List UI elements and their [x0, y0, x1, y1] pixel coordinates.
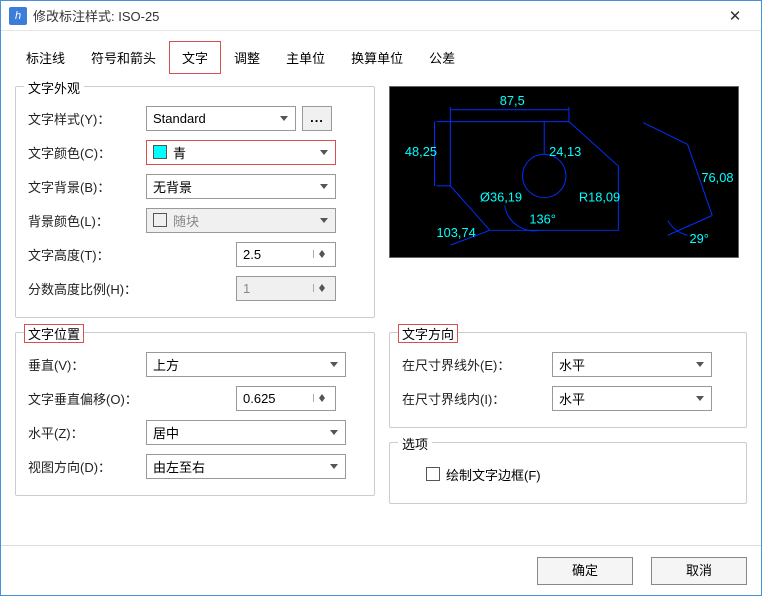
byblock-swatch-icon	[153, 213, 167, 227]
group-appearance: 文字外观 文字样式(Y)： Standard ... 文字颜色(C)： 青	[15, 86, 375, 318]
text-style-label: 文字样式(Y)：	[28, 109, 146, 128]
svg-text:24,13: 24,13	[549, 144, 581, 159]
text-color-label: 文字颜色(C)：	[28, 143, 146, 162]
viewdir-combo[interactable]: 由左至右	[146, 454, 346, 479]
svg-text:87,5: 87,5	[500, 93, 525, 108]
close-button[interactable]: ✕	[717, 7, 753, 25]
group-position: 文字位置 垂直(V)： 上方 文字垂直偏移(O)： 0.625	[15, 332, 375, 496]
text-color-combo[interactable]: 青	[146, 140, 336, 165]
svg-text:Ø36,19: Ø36,19	[480, 190, 522, 205]
group-direction-title: 文字方向	[398, 324, 458, 343]
bg-color-combo: 随块	[146, 208, 336, 233]
dialog-footer: 确定 取消	[1, 545, 761, 595]
voffset-input[interactable]: 0.625	[236, 386, 336, 411]
voffset-label: 文字垂直偏移(O)：	[28, 389, 168, 408]
text-bg-combo[interactable]: 无背景	[146, 174, 336, 199]
svg-text:76,08: 76,08	[701, 170, 733, 185]
app-icon: h	[9, 7, 27, 25]
text-height-label: 文字高度(T)：	[28, 245, 146, 264]
group-appearance-title: 文字外观	[24, 78, 84, 97]
vertical-label: 垂直(V)：	[28, 355, 146, 374]
viewdir-label: 视图方向(D)：	[28, 457, 146, 476]
group-options-title: 选项	[398, 434, 432, 453]
tab-alt-units[interactable]: 换算单位	[338, 41, 416, 74]
inside-combo[interactable]: 水平	[552, 386, 712, 411]
svg-text:103,74: 103,74	[437, 225, 476, 240]
window-title: 修改标注样式: ISO-25	[33, 6, 717, 25]
group-position-title: 文字位置	[24, 324, 84, 343]
svg-text:48,25: 48,25	[405, 144, 437, 159]
preview-canvas: 87,5 48,25 24,13 76,08 Ø36,19 R18,09 103…	[389, 86, 739, 258]
text-height-input[interactable]: 2.5	[236, 242, 336, 267]
draw-frame-checkbox[interactable]	[426, 467, 440, 481]
vertical-combo[interactable]: 上方	[146, 352, 346, 377]
outside-label: 在尺寸界线外(E)：	[402, 355, 552, 374]
color-swatch-icon	[153, 145, 167, 159]
svg-text:29°: 29°	[690, 231, 709, 246]
tab-fit[interactable]: 调整	[221, 41, 273, 74]
horizontal-combo[interactable]: 居中	[146, 420, 346, 445]
text-style-browse-button[interactable]: ...	[302, 106, 332, 131]
ok-button[interactable]: 确定	[537, 557, 633, 585]
tab-symbols[interactable]: 符号和箭头	[78, 41, 169, 74]
horizontal-label: 水平(Z)：	[28, 423, 146, 442]
fraction-height-input: 1	[236, 276, 336, 301]
cancel-button[interactable]: 取消	[651, 557, 747, 585]
draw-frame-label: 绘制文字边框(F)	[446, 465, 541, 484]
inside-label: 在尺寸界线内(I)：	[402, 389, 552, 408]
tabstrip: 标注线 符号和箭头 文字 调整 主单位 换算单位 公差	[1, 31, 761, 74]
titlebar: h 修改标注样式: ISO-25 ✕	[1, 1, 761, 31]
bg-color-label: 背景颜色(L)：	[28, 211, 146, 230]
text-bg-label: 文字背景(B)：	[28, 177, 146, 196]
tab-text[interactable]: 文字	[169, 41, 221, 74]
tab-tolerance[interactable]: 公差	[416, 41, 468, 74]
text-style-combo[interactable]: Standard	[146, 106, 296, 131]
svg-text:136°: 136°	[529, 211, 556, 226]
group-direction: 文字方向 在尺寸界线外(E)： 水平 在尺寸界线内(I)： 水平	[389, 332, 747, 428]
fraction-height-label: 分数高度比例(H)：	[28, 279, 168, 298]
group-options: 选项 绘制文字边框(F)	[389, 442, 747, 504]
svg-text:R18,09: R18,09	[579, 190, 620, 205]
tab-lines[interactable]: 标注线	[13, 41, 78, 74]
tab-primary-units[interactable]: 主单位	[273, 41, 338, 74]
outside-combo[interactable]: 水平	[552, 352, 712, 377]
